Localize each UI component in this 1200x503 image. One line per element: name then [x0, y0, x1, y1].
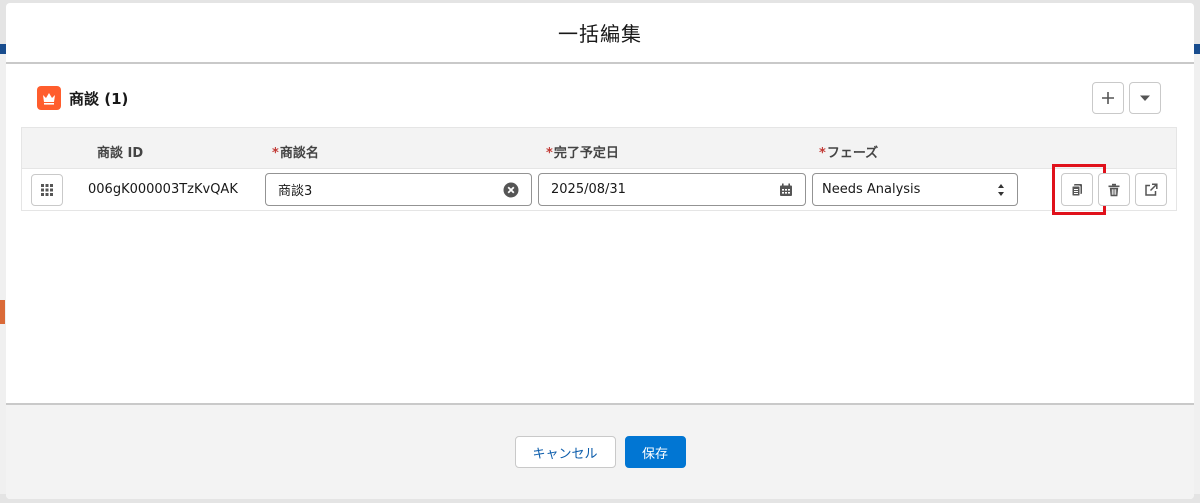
cancel-button[interactable]: キャンセル	[514, 436, 616, 468]
column-header-stage: *フェーズ	[819, 146, 879, 161]
trash-icon	[1108, 183, 1120, 196]
column-header-record-id: 商談 ID	[97, 146, 144, 161]
delete-row-button[interactable]	[1098, 173, 1130, 206]
modal-footer: キャンセル 保存	[6, 403, 1194, 499]
row-drag-handle[interactable]	[31, 174, 63, 206]
more-actions-button[interactable]	[1129, 82, 1161, 114]
stage-select[interactable]: Needs Analysis	[812, 173, 1018, 206]
section-header: 商談 (1)	[37, 86, 128, 110]
table-header: 商談 ID *商談名 *完了予定日 *フェーズ	[22, 128, 1176, 169]
section-title: 商談 (1)	[69, 89, 129, 108]
row-actions	[1061, 173, 1167, 206]
clone-row-button[interactable]	[1061, 173, 1093, 206]
calendar-icon[interactable]	[779, 183, 793, 197]
opportunity-name-value: 商談3	[278, 184, 313, 199]
column-header-close-date: *完了予定日	[546, 146, 619, 161]
record-id: 006gK000003TzKvQAK	[88, 182, 238, 197]
save-button[interactable]: 保存	[624, 436, 686, 468]
close-date-input[interactable]: 2025/08/31	[538, 173, 806, 206]
stage-value: Needs Analysis	[822, 182, 921, 197]
section-actions	[1092, 82, 1161, 114]
required-marker: *	[819, 146, 826, 161]
crown-icon	[37, 86, 61, 110]
modal-title: 一括編集	[558, 22, 642, 46]
bulk-edit-table: 商談 ID *商談名 *完了予定日 *フェーズ 006gK000003TzKvQ…	[21, 127, 1177, 215]
add-row-button[interactable]	[1092, 82, 1124, 114]
required-marker: *	[272, 146, 279, 161]
copy-icon	[1071, 183, 1082, 196]
modal-body: 商談 (1) 商談 ID *商談名 *完了予定日 *フェーズ 006gK0000…	[6, 64, 1194, 403]
bulk-edit-modal: 一括編集 商談 (1) 商談 ID *商談名 *完了予定日 *フェーズ 006g…	[6, 3, 1194, 499]
column-header-name: *商談名	[272, 146, 319, 161]
modal-header: 一括編集	[6, 3, 1194, 64]
plus-icon	[1102, 92, 1114, 104]
grid-dots-icon	[41, 184, 53, 196]
open-record-button[interactable]	[1135, 173, 1167, 206]
close-date-value: 2025/08/31	[551, 182, 626, 197]
opportunity-name-input[interactable]: 商談3	[265, 173, 532, 206]
table-row: 006gK000003TzKvQAK 商談3 2025/08/31 Needs …	[22, 164, 1176, 215]
select-arrows-icon	[997, 183, 1005, 197]
clear-icon[interactable]	[503, 182, 519, 198]
new-window-icon	[1145, 182, 1158, 196]
chevron-down-icon	[1140, 95, 1150, 101]
required-marker: *	[546, 146, 553, 161]
